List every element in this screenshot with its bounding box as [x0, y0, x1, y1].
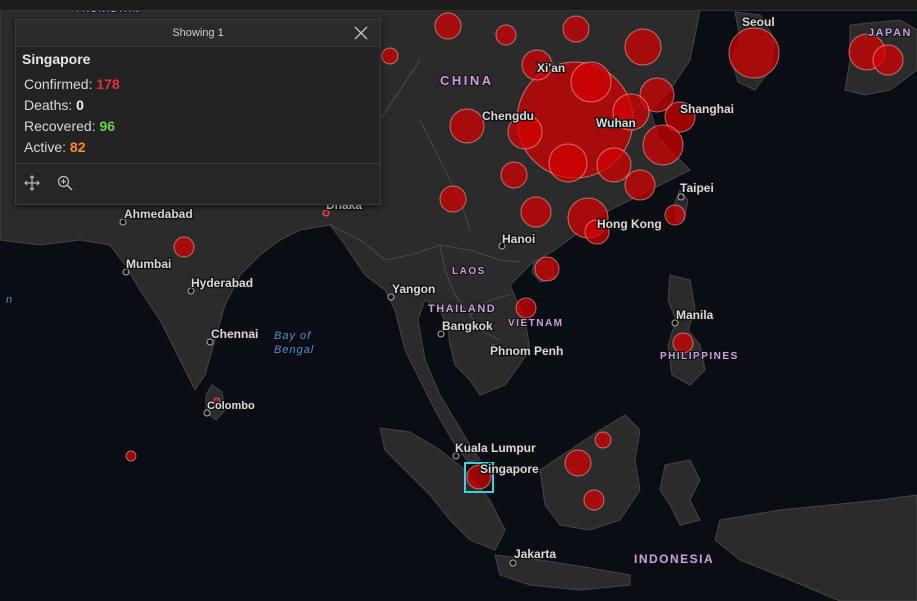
bubble-japan-2[interactable]: [872, 44, 904, 76]
bubble[interactable]: [520, 196, 552, 228]
popup-header: Showing 1: [16, 20, 380, 47]
stat-value: 178: [96, 76, 120, 92]
country-label: LAOS: [452, 266, 486, 277]
bubble[interactable]: [381, 47, 399, 65]
bubble[interactable]: [642, 124, 684, 166]
stat-value: 96: [99, 118, 116, 134]
bubble-taiwan[interactable]: [664, 204, 686, 226]
bubble[interactable]: [534, 256, 560, 282]
stat-label: Deaths:: [24, 97, 73, 113]
stat-label: Confirmed:: [24, 76, 93, 92]
popup-count-label: Showing 1: [172, 27, 224, 39]
popup-toolbar: [16, 164, 380, 202]
bubble[interactable]: [564, 449, 592, 477]
city-label: Mumbai: [126, 257, 171, 271]
stat-confirmed: Confirmed: 178: [24, 76, 380, 93]
city-label: Xi'an: [537, 61, 565, 75]
stat-label: Recovered:: [24, 118, 96, 134]
bubble[interactable]: [624, 169, 656, 201]
city-label: Hanoi: [502, 232, 535, 246]
city-label: Singapore: [480, 462, 539, 476]
stat-label: Active:: [24, 139, 67, 155]
bubble[interactable]: [434, 12, 462, 40]
stat-active: Active: 82: [24, 139, 380, 156]
city-label: Taipei: [680, 181, 714, 195]
sea-label: Bay of: [274, 330, 311, 342]
country-label: JAPAN: [868, 27, 912, 39]
feature-popup: Showing 1 Singapore Confirmed: 178 Death…: [15, 19, 381, 205]
city-label: Manila: [676, 308, 714, 322]
bubble[interactable]: [500, 161, 528, 189]
bubble[interactable]: [624, 28, 662, 66]
bubble[interactable]: [570, 61, 612, 103]
bubble[interactable]: [548, 143, 588, 183]
country-label: VIETNAM: [508, 318, 564, 329]
city-label: Jakarta: [514, 547, 556, 561]
bubble[interactable]: [439, 185, 467, 213]
stat-value: 82: [69, 139, 86, 155]
stat-recovered: Recovered: 96: [24, 118, 380, 135]
city-label: Bangkok: [442, 319, 493, 333]
bubble[interactable]: [596, 147, 632, 183]
stat-deaths: Deaths: 0: [24, 97, 380, 114]
city-label: Yangon: [392, 282, 435, 296]
city-label: Wuhan: [596, 116, 636, 130]
bubble-korea[interactable]: [728, 27, 780, 79]
bubble[interactable]: [562, 15, 590, 43]
bubble[interactable]: [594, 431, 612, 449]
city-label: Hyderabad: [191, 276, 253, 290]
bubble-vietnam[interactable]: [515, 297, 537, 319]
popup-content: Singapore Confirmed: 178 Deaths: 0 Recov…: [16, 47, 380, 164]
bubble-india[interactable]: [173, 236, 195, 258]
city-label: Ahmedabad: [124, 207, 193, 221]
city-label: Hong Kong: [597, 217, 662, 231]
sea-label: Bengal: [274, 344, 314, 356]
city-label: Phnom Penh: [490, 344, 563, 358]
city-label: Shanghai: [680, 102, 734, 116]
edge-label: n: [6, 294, 13, 306]
country-label: THAILAND: [428, 303, 496, 315]
city-label: Colombo: [207, 400, 255, 412]
window-top-edge: [0, 0, 917, 11]
city-label: Kuala Lumpur: [455, 441, 536, 455]
bubble-chengdu[interactable]: [449, 108, 485, 144]
country-label: CHINA: [440, 73, 494, 88]
city-label: Chengdu: [482, 109, 534, 123]
country-label: PHILIPPINES: [660, 351, 739, 362]
popup-title: Singapore: [22, 51, 91, 67]
move-icon[interactable]: [23, 174, 41, 192]
bubble-philippines[interactable]: [672, 332, 694, 354]
stat-value: 0: [76, 97, 84, 113]
bubble-maldives[interactable]: [125, 450, 137, 462]
city-label: Seoul: [742, 15, 775, 29]
zoom-to-icon[interactable]: [56, 174, 74, 192]
city-label: Chennai: [211, 327, 258, 341]
country-label: INDONESIA: [634, 552, 714, 566]
close-icon[interactable]: [352, 24, 370, 42]
bubble[interactable]: [495, 24, 517, 46]
bubble[interactable]: [583, 489, 605, 511]
